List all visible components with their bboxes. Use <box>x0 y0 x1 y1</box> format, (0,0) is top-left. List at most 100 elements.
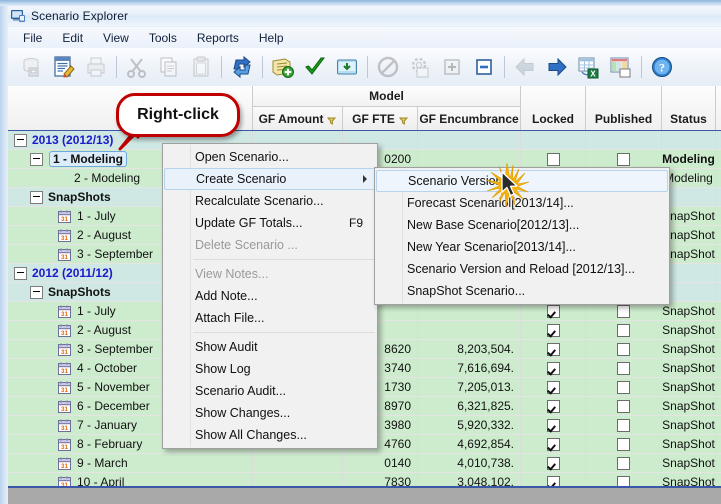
cell-status[interactable] <box>662 283 716 301</box>
cell-locked[interactable] <box>521 454 586 472</box>
cell-gf-encumbrance[interactable]: 7,205,013. <box>418 378 521 396</box>
locked-checkbox[interactable] <box>546 380 560 394</box>
cell-locked[interactable] <box>521 340 586 358</box>
cell-status[interactable]: SnapShot <box>662 397 716 415</box>
collapse-all-icon[interactable] <box>469 52 499 82</box>
filter-icon[interactable] <box>398 114 408 125</box>
cell-status[interactable] <box>662 188 716 206</box>
cell-published[interactable] <box>586 378 662 396</box>
locked-checkbox[interactable] <box>546 342 560 356</box>
cell-published[interactable] <box>586 131 662 149</box>
cell-status[interactable]: SnapShot <box>662 454 716 472</box>
back-arrow-icon[interactable] <box>510 52 540 82</box>
cell-extra[interactable]: - <box>716 340 721 358</box>
published-checkbox[interactable] <box>617 380 630 394</box>
locked-checkbox[interactable] <box>546 361 560 375</box>
cell-locked[interactable] <box>521 416 586 434</box>
cell-gf-encumbrance[interactable]: 3,048,102. <box>418 473 521 486</box>
cell-extra[interactable]: - <box>716 207 721 225</box>
cell-published[interactable] <box>586 435 662 453</box>
help-question-icon[interactable]: ? <box>647 52 677 82</box>
context-menu-item[interactable]: Scenario Audit... <box>163 380 377 402</box>
context-menu-item[interactable]: Attach File... <box>163 307 377 329</box>
locked-checkbox[interactable] <box>546 456 560 470</box>
column-header-gf-amount[interactable]: GF Amount <box>253 107 343 130</box>
edit-document-icon[interactable] <box>49 52 79 82</box>
cell-extra[interactable]: - <box>716 473 721 486</box>
cell-gf-encumbrance[interactable]: 6,321,825. <box>418 397 521 415</box>
tree-expander-icon[interactable] <box>30 152 43 166</box>
cell-gf-amount[interactable] <box>253 473 343 486</box>
block-icon[interactable] <box>373 52 403 82</box>
save-database-icon[interactable] <box>17 52 47 82</box>
grid-layout-icon[interactable] <box>606 52 636 82</box>
cell-extra[interactable]: - <box>716 454 721 472</box>
cell-locked[interactable] <box>521 321 586 339</box>
cell-extra[interactable]: - <box>716 321 721 339</box>
cell-status[interactable]: SnapShot <box>662 302 716 320</box>
cell-gf-fte[interactable]: 7830 <box>343 473 418 486</box>
tree-expander-icon[interactable] <box>30 285 43 299</box>
cell-extra[interactable]: - <box>716 302 721 320</box>
cell-published[interactable] <box>586 454 662 472</box>
cell-extra[interactable]: - <box>716 378 721 396</box>
tree-expander-icon[interactable] <box>30 190 43 204</box>
cell-status[interactable]: Modeling <box>662 169 716 187</box>
menu-file[interactable]: File <box>14 29 51 47</box>
cut-scissors-icon[interactable] <box>122 52 152 82</box>
cell-status[interactable]: SnapShot <box>662 321 716 339</box>
menu-view[interactable]: View <box>94 29 138 47</box>
submenu-item[interactable]: Scenario Version and Reload [2012/13]... <box>375 258 669 280</box>
cell-status[interactable]: SnapShot <box>662 378 716 396</box>
published-checkbox[interactable] <box>617 323 630 337</box>
menu-edit[interactable]: Edit <box>53 29 92 47</box>
cell-locked[interactable] <box>521 131 586 149</box>
cell-gf-fte[interactable]: 0140 <box>343 454 418 472</box>
cell-published[interactable] <box>586 150 662 168</box>
expand-all-icon[interactable] <box>437 52 467 82</box>
cell-published[interactable] <box>586 340 662 358</box>
export-excel-icon[interactable]: X <box>574 52 604 82</box>
cell-locked[interactable] <box>521 397 586 415</box>
cell-extra[interactable] <box>716 283 721 301</box>
cell-extra[interactable]: - <box>716 397 721 415</box>
cell-status[interactable] <box>662 264 716 282</box>
forward-arrow-icon[interactable] <box>542 52 572 82</box>
published-checkbox[interactable] <box>617 152 630 166</box>
column-header-locked[interactable]: Locked <box>521 86 586 130</box>
locked-checkbox[interactable] <box>546 152 560 166</box>
cell-gf-encumbrance[interactable] <box>418 131 521 149</box>
approve-check-icon[interactable] <box>300 52 330 82</box>
published-checkbox[interactable] <box>617 361 630 375</box>
cell-gf-amount[interactable] <box>253 454 343 472</box>
context-menu-item[interactable]: Create Scenario <box>164 168 376 190</box>
cell-published[interactable] <box>586 473 662 486</box>
cell-gf-encumbrance[interactable]: 8,203,504. <box>418 340 521 358</box>
column-header-published[interactable]: Published <box>586 86 662 130</box>
cell-published[interactable] <box>586 359 662 377</box>
tree-expander-icon[interactable] <box>14 133 27 147</box>
published-checkbox[interactable] <box>617 304 630 318</box>
locked-checkbox[interactable] <box>546 323 560 337</box>
context-menu-item[interactable]: Show Changes... <box>163 402 377 424</box>
refresh-arrows-icon[interactable] <box>227 52 257 82</box>
cell-extra[interactable] <box>716 188 721 206</box>
cell-status[interactable]: SnapShot <box>662 473 716 486</box>
published-checkbox[interactable] <box>617 418 630 432</box>
cell-extra[interactable]: - <box>716 359 721 377</box>
locked-checkbox[interactable] <box>546 399 560 413</box>
submenu-item[interactable]: SnapShot Scenario... <box>375 280 669 302</box>
cell-status[interactable]: SnapShot <box>662 359 716 377</box>
cell-status[interactable]: SnapShot <box>662 226 716 244</box>
published-checkbox[interactable] <box>617 456 630 470</box>
locked-checkbox[interactable] <box>546 437 560 451</box>
cell-gf-encumbrance[interactable]: 4,010,738. <box>418 454 521 472</box>
cell-status[interactable]: SnapShot <box>662 245 716 263</box>
context-menu-item[interactable]: Recalculate Scenario... <box>163 190 377 212</box>
cell-gf-encumbrance[interactable]: 5,920,332. <box>418 416 521 434</box>
tree-node[interactable]: 31 9 - March <box>8 454 253 472</box>
tree-expander-icon[interactable] <box>14 266 27 280</box>
menu-help[interactable]: Help <box>250 29 293 47</box>
cell-locked[interactable] <box>521 378 586 396</box>
print-icon[interactable] <box>81 52 111 82</box>
